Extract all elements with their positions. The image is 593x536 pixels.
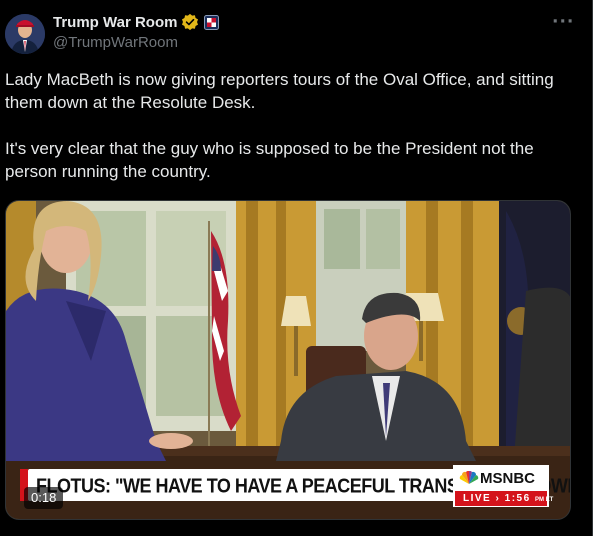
tweet-paragraph: It's very clear that the guy who is supp…: [5, 139, 534, 181]
video-player[interactable]: FLOTUS: "WE HAVE TO HAVE A PEACEFUL TRAN…: [5, 200, 571, 520]
peacock-icon: [459, 471, 479, 485]
live-time: 1:56: [504, 493, 531, 504]
display-name[interactable]: Trump War Room: [53, 14, 177, 31]
live-label: LIVE › 1:56 PM ET: [463, 491, 553, 508]
tweet-paragraph: Lady MacBeth is now giving reporters tou…: [5, 70, 554, 112]
live-text: LIVE: [463, 493, 492, 504]
network-logo: MSNBC: [480, 470, 535, 487]
video-duration[interactable]: 0:18: [24, 487, 64, 509]
author-handle[interactable]: @TrumpWarRoom: [53, 34, 178, 51]
chevron-right-icon: ›: [495, 493, 501, 504]
more-options-icon[interactable]: ···: [552, 12, 574, 32]
avatar[interactable]: [5, 14, 45, 54]
tweet[interactable]: Trump War Room @TrumpWarRoom ··· Lady Ma…: [0, 0, 592, 536]
verified-badge-icon[interactable]: [181, 13, 199, 31]
live-time-suffix: PM ET: [534, 497, 554, 503]
affiliate-badge-icon[interactable]: [204, 14, 220, 30]
author-name-row[interactable]: Trump War Room: [53, 12, 220, 32]
tweet-text: Lady MacBeth is now giving reporters tou…: [5, 68, 580, 206]
